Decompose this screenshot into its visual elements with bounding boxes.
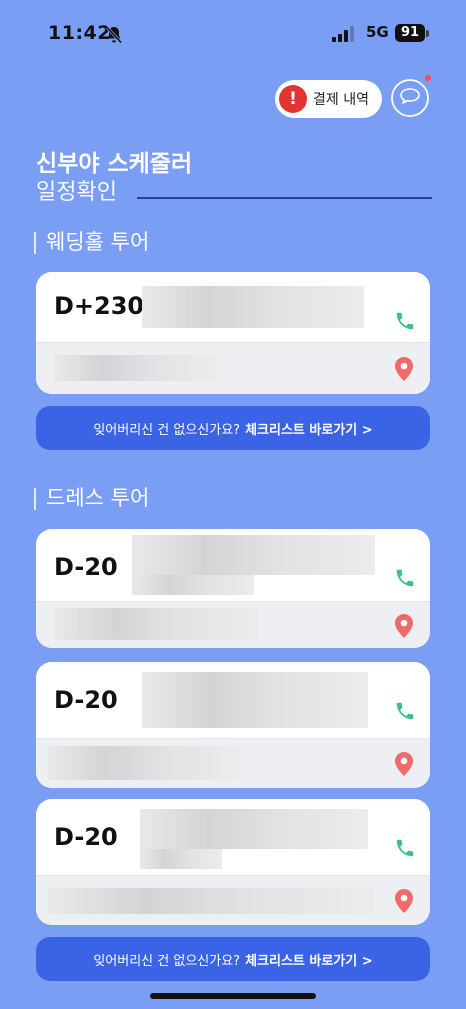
section-bar bbox=[34, 232, 36, 254]
card-address-row bbox=[36, 875, 430, 925]
signal-icon bbox=[332, 26, 354, 42]
subtitle-underline bbox=[137, 197, 432, 199]
card-header: D-20 bbox=[36, 662, 430, 738]
redacted-address bbox=[54, 355, 216, 381]
home-indicator[interactable] bbox=[150, 993, 316, 999]
card-address-row bbox=[36, 738, 430, 788]
status-time: 11:42 bbox=[48, 22, 111, 44]
notification-dot bbox=[425, 75, 431, 81]
location-pin-icon[interactable] bbox=[395, 889, 413, 913]
redacted-address bbox=[54, 608, 258, 640]
app-title: 신부야 스케줄러 bbox=[36, 151, 193, 177]
phone-icon[interactable] bbox=[394, 567, 416, 589]
card-header: D-20 bbox=[36, 529, 430, 601]
section-bar bbox=[34, 488, 36, 510]
checklist-question: 잊어버리신 건 없으신가요? bbox=[93, 953, 241, 969]
card-address-row bbox=[36, 342, 430, 394]
chat-bubble-icon[interactable] bbox=[390, 78, 430, 118]
redacted-address bbox=[48, 888, 374, 914]
redacted-shop-name bbox=[140, 809, 368, 849]
schedule-card[interactable]: D+230 bbox=[36, 272, 430, 394]
checklist-link: 체크리스트 바로가기 > bbox=[245, 953, 373, 969]
status-bar: 11:42 5G 91 bbox=[0, 22, 466, 48]
d-day-label: D-20 bbox=[54, 686, 118, 714]
section-title-label: 드레스 투어 bbox=[46, 486, 150, 510]
phone-icon[interactable] bbox=[394, 700, 416, 722]
d-day-label: D-20 bbox=[54, 553, 118, 581]
redacted-shop-name bbox=[132, 535, 375, 575]
redacted-shop-name bbox=[142, 672, 368, 728]
card-address-row bbox=[36, 601, 430, 648]
location-pin-icon[interactable] bbox=[395, 357, 413, 381]
section-title-dress-tour: 드레스 투어 bbox=[34, 482, 149, 512]
battery-tip bbox=[426, 30, 429, 37]
schedule-card[interactable]: D-20 bbox=[36, 799, 430, 925]
redacted-shop-detail bbox=[132, 575, 254, 595]
bell-muted-icon bbox=[105, 26, 123, 44]
page-subtitle: 일정확인 bbox=[36, 180, 117, 205]
redacted-shop-detail bbox=[140, 849, 222, 869]
network-type: 5G bbox=[366, 23, 389, 41]
d-day-label: D-20 bbox=[54, 823, 118, 851]
location-pin-icon[interactable] bbox=[395, 614, 413, 638]
d-day-label: D+230 bbox=[54, 292, 145, 320]
card-header: D-20 bbox=[36, 799, 430, 875]
payment-history-label: 결제 내역 bbox=[313, 92, 369, 108]
card-header: D+230 bbox=[36, 272, 430, 342]
redacted-venue-name bbox=[142, 286, 364, 328]
battery-icon: 91 bbox=[395, 24, 425, 42]
schedule-card[interactable]: D-20 bbox=[36, 662, 430, 788]
checklist-question: 잊어버리신 건 없으신가요? bbox=[93, 422, 241, 438]
schedule-card[interactable]: D-20 bbox=[36, 529, 430, 648]
checklist-shortcut-button[interactable]: 잊어버리신 건 없으신가요? 체크리스트 바로가기 > bbox=[36, 406, 430, 450]
checklist-shortcut-button[interactable]: 잊어버리신 건 없으신가요? 체크리스트 바로가기 > bbox=[36, 937, 430, 981]
alert-icon: ! bbox=[279, 85, 307, 113]
phone-icon[interactable] bbox=[394, 310, 416, 332]
payment-history-button[interactable]: ! 결제 내역 bbox=[275, 80, 382, 118]
section-title-label: 웨딩홀 투어 bbox=[46, 230, 150, 254]
location-pin-icon[interactable] bbox=[395, 752, 413, 776]
redacted-address bbox=[48, 746, 240, 780]
checklist-link: 체크리스트 바로가기 > bbox=[245, 422, 373, 438]
phone-icon[interactable] bbox=[394, 837, 416, 859]
section-title-wedding-hall: 웨딩홀 투어 bbox=[34, 226, 149, 256]
